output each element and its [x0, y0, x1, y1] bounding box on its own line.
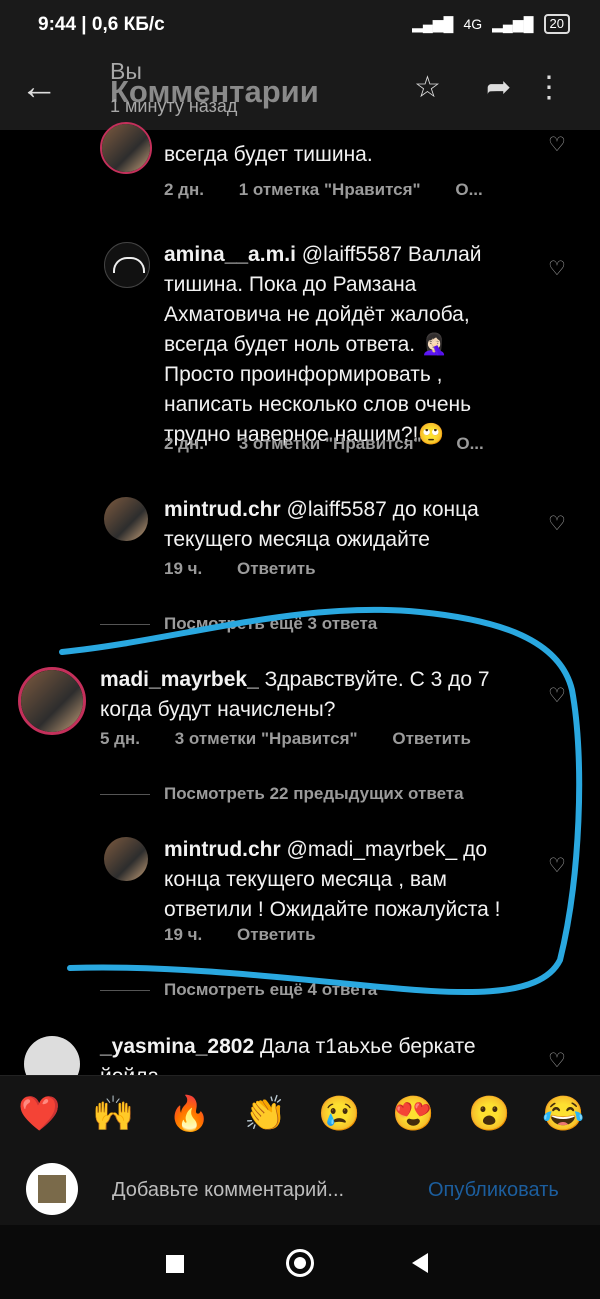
- publish-button[interactable]: Опубликовать: [428, 1179, 559, 1202]
- signal-icon-2: ▂▄▆█: [492, 15, 534, 32]
- comment-text: madi_mayrbek_ Здравствуйте. С 3 до 7 ког…: [100, 665, 520, 725]
- avatar[interactable]: [18, 667, 86, 735]
- comment-input[interactable]: Добавьте комментарий...: [112, 1179, 344, 1202]
- avatar[interactable]: [104, 497, 148, 541]
- send-filter-icon[interactable]: ⋮: [534, 70, 564, 105]
- avatar[interactable]: [104, 837, 148, 881]
- home-icon[interactable]: [286, 1249, 314, 1277]
- star-icon[interactable]: ☆: [414, 70, 441, 105]
- network-label: 4G: [463, 16, 483, 32]
- comment-text: mintrud.chr @laiff5587 до конца текущего…: [164, 495, 514, 555]
- avatar[interactable]: [104, 242, 150, 288]
- comment-text: mintrud.chr @madi_mayrbek_ до конца теку…: [164, 835, 534, 925]
- heart-icon[interactable]: ♡: [548, 683, 566, 708]
- my-avatar: [26, 1163, 78, 1215]
- heart-icon[interactable]: ♡: [548, 853, 566, 878]
- emoji-cry-button[interactable]: 😢: [318, 1094, 360, 1134]
- comment-likes[interactable]: 3 отметки "Нравится": [239, 434, 422, 453]
- comment-meta: 2 дн. 3 отметки "Нравится" О...: [164, 434, 514, 454]
- view-more-replies-button[interactable]: Посмотреть ещё 3 ответа: [99, 614, 377, 634]
- status-bar: 9:44 | 0,6 КБ/с ▂▄▆█ 4G ▂▄▆█ 20: [0, 0, 600, 50]
- comment-item: mintrud.chr @laiff5587 до конца текущего…: [0, 495, 600, 595]
- comment-item: всегда будет тишина. 2 дн. 1 отметка "Нр…: [0, 122, 600, 210]
- emoji-quick-bar: ❤️ 🙌 🔥 👏 😢 😍 😮 😂: [0, 1075, 600, 1156]
- comment-item: mintrud.chr @madi_mayrbek_ до конца теку…: [0, 835, 600, 945]
- system-nav-bar: [0, 1225, 600, 1299]
- emoji-raised-hands-button[interactable]: 🙌: [92, 1094, 134, 1134]
- comment-meta: 19 ч. Ответить: [164, 925, 346, 945]
- reply-button[interactable]: Ответить: [392, 729, 471, 748]
- comment-item: madi_mayrbek_ Здравствуйте. С 3 до 7 ког…: [0, 665, 600, 765]
- comment-item: _yasmina_2802 Дала т1аьхье беркате йойла…: [0, 1032, 600, 1075]
- comment-text: amina__a.m.i @laiff5587 Валлай тишина. П…: [164, 240, 514, 450]
- emoji-laugh-button[interactable]: 😂: [542, 1094, 584, 1134]
- comment-input-bar: Добавьте комментарий... Опубликовать: [0, 1155, 600, 1225]
- comment-username[interactable]: mintrud.chr: [164, 838, 281, 861]
- back-triangle-icon[interactable]: [412, 1253, 428, 1273]
- comment-meta: 19 ч. Ответить: [164, 559, 346, 579]
- heart-icon[interactable]: ♡: [548, 132, 566, 157]
- comment-username[interactable]: _yasmina_2802: [100, 1035, 254, 1058]
- comment-body: @laiff5587 Валлай тишина. Пока до Рамзан…: [164, 243, 482, 446]
- view-more-replies-button[interactable]: Посмотреть ещё 4 ответа: [99, 980, 377, 1000]
- emoji-heart-button[interactable]: ❤️: [18, 1094, 60, 1134]
- emoji-clap-button[interactable]: 👏: [244, 1094, 286, 1134]
- status-icons: ▂▄▆█ 4G ▂▄▆█ 20: [412, 14, 570, 34]
- comment-username[interactable]: amina__a.m.i: [164, 243, 296, 266]
- comment-age: 2 дн.: [164, 434, 204, 453]
- heart-icon[interactable]: ♡: [548, 256, 566, 281]
- comment-likes[interactable]: 1 отметка "Нравится": [239, 180, 421, 199]
- heart-icon[interactable]: ♡: [548, 1048, 566, 1073]
- comment-age: 5 дн.: [100, 729, 140, 748]
- reply-button[interactable]: Ответить: [237, 559, 316, 578]
- comment-likes[interactable]: 3 отметки "Нравится": [175, 729, 358, 748]
- story-overlay-time: 1 минуту назад: [110, 96, 238, 116]
- comment-age: 2 дн.: [164, 180, 204, 199]
- avatar[interactable]: [24, 1036, 80, 1075]
- reply-button[interactable]: Ответить: [237, 925, 316, 944]
- comment-more[interactable]: О...: [455, 180, 482, 199]
- story-overlay-name: Вы: [110, 58, 142, 84]
- emoji-fire-button[interactable]: 🔥: [168, 1094, 210, 1134]
- avatar[interactable]: [100, 122, 152, 174]
- share-arrow-icon[interactable]: ➦: [486, 70, 511, 105]
- battery-icon: 20: [543, 14, 570, 34]
- view-previous-replies-button[interactable]: Посмотреть 22 предыдущих ответа: [100, 784, 464, 804]
- comment-text: _yasmina_2802 Дала т1аьхье беркате йойла: [100, 1032, 520, 1075]
- emoji-surprised-button[interactable]: 😮: [468, 1094, 510, 1134]
- signal-icon: ▂▄▆█: [412, 15, 454, 32]
- comment-age: 19 ч.: [164, 559, 203, 578]
- recents-icon[interactable]: [166, 1255, 184, 1273]
- comment-more[interactable]: О...: [456, 434, 483, 453]
- comment-meta: 5 дн. 3 отметки "Нравится" Ответить: [100, 729, 501, 749]
- comment-username[interactable]: mintrud.chr: [164, 498, 281, 521]
- back-arrow-icon[interactable]: ←: [20, 68, 58, 106]
- comment-username[interactable]: madi_mayrbek_: [100, 668, 259, 691]
- comment-age: 19 ч.: [164, 925, 203, 944]
- comment-meta: 2 дн. 1 отметка "Нравится" О...: [164, 180, 513, 200]
- status-time: 9:44 | 0,6 КБ/с: [38, 14, 165, 35]
- emoji-heart-eyes-button[interactable]: 😍: [392, 1094, 434, 1134]
- app-bar: ← Комментарии Вы 1 минуту назад ☆ ➦ ⋮: [0, 50, 600, 130]
- comment-item: amina__a.m.i @laiff5587 Валлай тишина. П…: [0, 240, 600, 460]
- heart-icon[interactable]: ♡: [548, 511, 566, 536]
- comment-text: всегда будет тишина.: [164, 143, 373, 166]
